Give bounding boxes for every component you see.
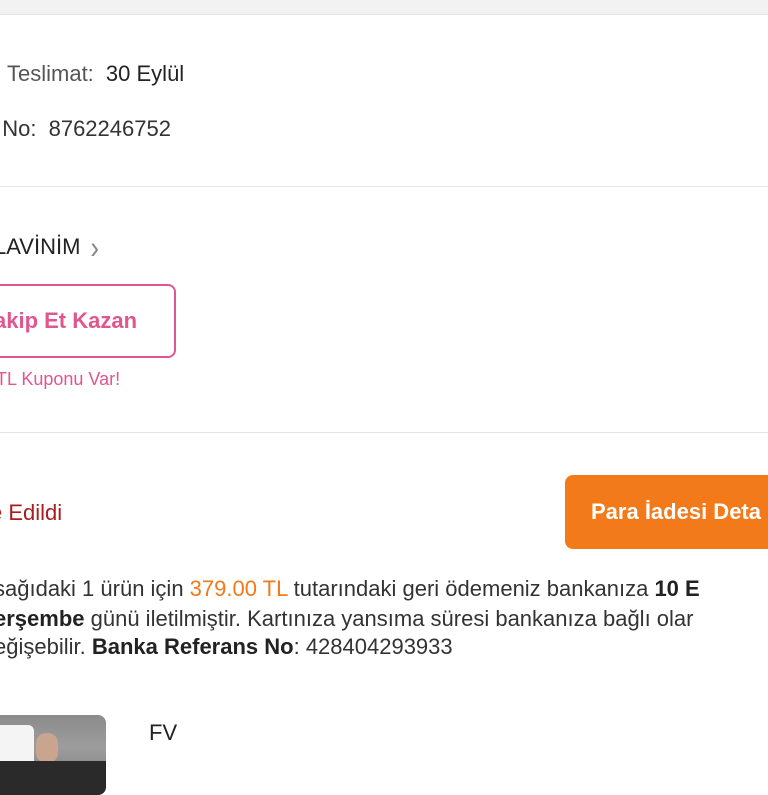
delivery-label: Teslimat: <box>7 61 94 86</box>
refund-status: e Edildi <box>0 500 63 525</box>
divider <box>0 186 768 187</box>
follow-earn-button[interactable]: akip Et Kazan <box>0 284 176 358</box>
divider <box>0 432 768 433</box>
refund-text: günü iletilmiştir. Kartınıza yansıma sür… <box>84 606 694 631</box>
refund-text: sağıdaki 1 ürün için <box>0 576 190 601</box>
refund-details-button[interactable]: Para İadesi Deta <box>565 475 768 549</box>
refund-text: tutarındaki geri ödemeniz bankanıza <box>287 576 655 601</box>
refund-date: 10 E <box>654 576 700 601</box>
order-number-label: t No: <box>0 116 37 141</box>
seller-name: LAVİNİM <box>0 234 81 259</box>
refund-details-label: Para İadesi Deta <box>591 499 761 524</box>
coupon-note: TL Kuponu Var! <box>0 369 121 389</box>
order-number: t No: 8762246752 <box>0 116 171 142</box>
order-number-value: 8762246752 <box>48 116 171 141</box>
refund-message-line-3: eğişebilir. Banka Referans No: 428404293… <box>0 634 453 660</box>
product-brand: FV <box>149 720 178 745</box>
refund-message-line-1: sağıdaki 1 ürün için 379.00 TL tutarında… <box>0 576 700 602</box>
delivery-date: 30 Eylül <box>105 61 185 86</box>
bank-reference-label: Banka Referans No <box>91 634 294 659</box>
delivery-info: Teslimat: 30 Eylül <box>7 61 184 87</box>
product-thumbnail[interactable] <box>0 715 106 795</box>
top-band <box>0 0 768 15</box>
seller-link[interactable]: LAVİNİM › <box>0 229 100 265</box>
chevron-right-icon: › <box>90 229 100 265</box>
refund-day: erşembe <box>0 606 85 631</box>
refund-message-line-2: erşembe günü iletilmiştir. Kartınıza yan… <box>0 606 693 632</box>
bank-reference-value: : 428404293933 <box>293 634 453 659</box>
refund-amount: 379.00 TL <box>189 576 288 601</box>
follow-earn-label: akip Et Kazan <box>0 308 138 333</box>
refund-text: eğişebilir. <box>0 634 92 659</box>
